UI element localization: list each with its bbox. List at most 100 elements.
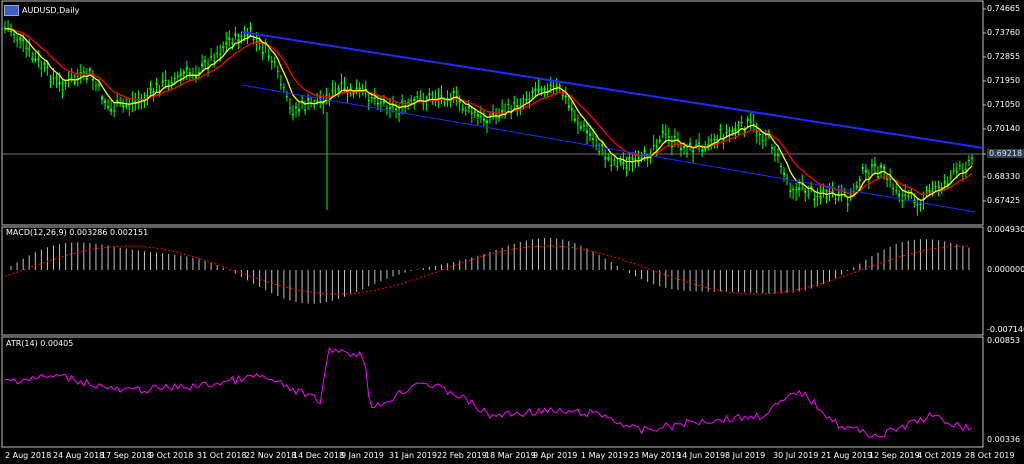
- candle-body: [476, 114, 479, 118]
- candle-body: [182, 71, 185, 75]
- macd-signal-line: [4, 245, 969, 295]
- candle-body: [789, 190, 792, 192]
- candle-body: [964, 169, 967, 171]
- candle-body: [16, 39, 19, 41]
- price-chart[interactable]: [0, 0, 1024, 226]
- candle-body: [395, 108, 398, 111]
- atr-pane[interactable]: ATR(14) 0.00405 0.00853 0.00336: [0, 336, 1024, 448]
- time-tick: 9 Apr 2019: [533, 451, 578, 460]
- macd-pane[interactable]: MACD(12,26,9) 0.003286 0.002151 0.004930…: [0, 225, 1024, 336]
- candle-body: [640, 157, 643, 159]
- candle-body: [273, 61, 276, 63]
- candle-body: [122, 104, 125, 108]
- candle-body: [176, 75, 179, 77]
- candle-body: [904, 194, 907, 196]
- candle-body: [846, 203, 849, 206]
- candle-body: [231, 42, 234, 45]
- time-tick: 30 Jul 2019: [773, 451, 819, 460]
- candle-body: [758, 133, 761, 135]
- candle-body: [388, 107, 391, 109]
- candle-body: [219, 53, 222, 55]
- candle-body: [622, 161, 625, 165]
- candle-body: [795, 189, 798, 191]
- candle-body: [667, 136, 670, 138]
- candle-body: [428, 93, 431, 96]
- time-tick: 22 Nov 2018: [245, 451, 297, 460]
- candle-body: [473, 111, 476, 114]
- candle-body: [91, 78, 94, 81]
- candle-body: [161, 81, 164, 83]
- candle-body: [798, 187, 801, 191]
- candle-body: [883, 166, 886, 170]
- time-tick: 17 Sep 2018: [101, 451, 152, 460]
- price-tick: 0.70140: [987, 124, 1021, 133]
- candle-body: [513, 102, 516, 104]
- candle-body: [249, 26, 252, 30]
- candle-body: [188, 72, 191, 74]
- time-tick: 12 Sep 2019: [869, 451, 920, 460]
- time-tick: 18 Mar 2019: [485, 451, 536, 460]
- candle-body: [673, 135, 676, 138]
- candle-body: [658, 139, 661, 143]
- pane-frame: [1, 226, 984, 336]
- channel-upper-line[interactable]: [241, 31, 984, 149]
- time-tick: 14 Dec 2018: [293, 451, 345, 460]
- candle-body: [225, 42, 228, 45]
- candle-body: [237, 38, 240, 42]
- candle-body: [564, 95, 567, 98]
- candle-body: [573, 118, 576, 121]
- price-pane[interactable]: AUDUSD,Daily 0.74665 0.73760 0.72855 0.7195…: [0, 0, 1024, 226]
- candle-body: [537, 89, 540, 92]
- candle-body: [528, 98, 531, 100]
- time-tick: 31 Jan 2019: [389, 451, 437, 460]
- candle-body: [755, 131, 758, 133]
- candle-body: [892, 188, 895, 190]
- candle-body: [958, 165, 961, 167]
- candle-body: [334, 90, 337, 92]
- candle-body: [810, 186, 813, 188]
- candle-body: [773, 154, 776, 156]
- candle-body: [34, 58, 37, 62]
- expert-icon[interactable]: [4, 5, 19, 16]
- candle-body: [28, 48, 31, 51]
- candle-body: [713, 139, 716, 141]
- candle-body: [776, 153, 779, 157]
- candle-body: [152, 90, 155, 93]
- candle-body: [558, 85, 561, 87]
- candle-body: [783, 172, 786, 176]
- candle-body: [740, 122, 743, 124]
- candle-body: [949, 176, 952, 178]
- candle-body: [625, 166, 628, 169]
- candle-body: [607, 157, 610, 160]
- macd-tick: 0.004930: [987, 225, 1024, 234]
- candle-body: [819, 195, 822, 199]
- candle-body: [467, 106, 470, 109]
- candle-body: [358, 87, 361, 90]
- candle-body: [770, 147, 773, 149]
- candle-body: [291, 113, 294, 116]
- candle-body: [167, 84, 170, 86]
- atr-chart[interactable]: [0, 336, 1024, 448]
- candle-body: [485, 120, 488, 124]
- macd-chart[interactable]: [0, 226, 1024, 336]
- candle-body: [155, 82, 158, 86]
- candle-body: [149, 87, 152, 91]
- candle-body: [170, 82, 173, 85]
- candle-body: [113, 110, 116, 112]
- candle-body: [780, 165, 782, 167]
- candle-body: [589, 133, 592, 136]
- channel-lower-line[interactable]: [241, 84, 976, 213]
- candle-body: [13, 33, 16, 36]
- candle-body: [864, 169, 867, 173]
- candle-body: [616, 165, 619, 168]
- candle-body: [482, 118, 485, 121]
- time-tick: 22 Feb 2019: [437, 451, 487, 460]
- candle-body: [452, 90, 455, 94]
- time-tick: 2 Aug 2018: [5, 451, 52, 460]
- fast-ma-line: [4, 27, 973, 201]
- candle-body: [652, 144, 655, 146]
- atr-tick: 0.00853: [987, 336, 1021, 345]
- candle-body: [325, 94, 328, 96]
- candle-body: [373, 97, 376, 100]
- candle-body: [440, 95, 443, 97]
